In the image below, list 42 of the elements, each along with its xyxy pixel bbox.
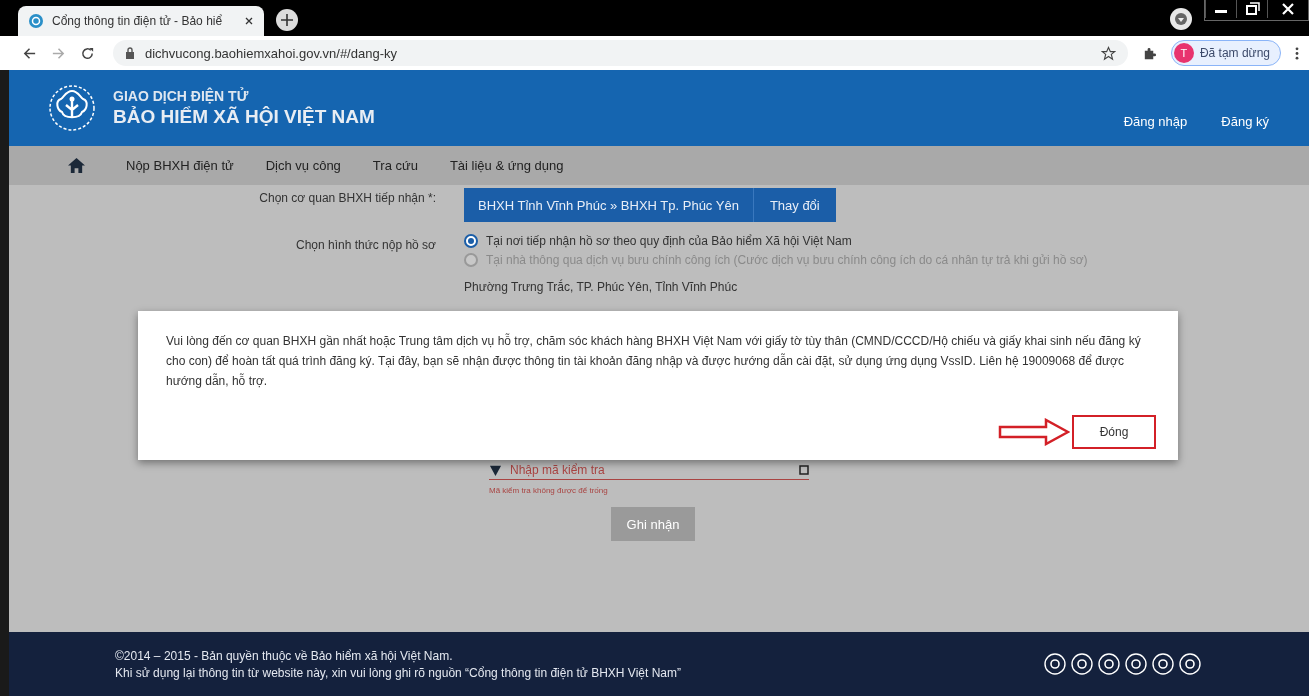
media-icon[interactable] xyxy=(1170,8,1192,30)
radio-option[interactable]: Tại nơi tiếp nhận hồ sơ theo quy định của Bảo hiểm Xã hội Việt Nam xyxy=(464,234,1088,248)
change-button[interactable]: Thay đổi xyxy=(752,188,836,222)
globe-icon xyxy=(28,13,44,29)
address-field[interactable]: dichvucong.baohiemxahoi.gov.vn/#/dang-ky xyxy=(113,40,1128,66)
address-value: Phường Trưng Trắc, TP. Phúc Yên, Tỉnh Vĩnh Phúc xyxy=(464,281,738,294)
nav-item[interactable]: Dịch vụ công xyxy=(265,158,341,173)
nav-item[interactable]: Tra cứu xyxy=(372,158,418,173)
social-icon[interactable] xyxy=(1179,653,1201,675)
footer-text: ©2014 – 2015 - Bản quyền thuộc về Bảo hiểm xã hội Việt Nam. xyxy=(115,648,454,663)
error-text: Mã kiểm tra không được để trống xyxy=(489,486,608,495)
close-icon[interactable] xyxy=(244,16,254,26)
tab-title: Cổng thông tin điện tử - Bảo hiể xyxy=(52,14,224,28)
social-icon[interactable] xyxy=(1071,653,1093,675)
social-icon[interactable] xyxy=(1044,653,1066,675)
footer-text: Khi sử dụng lại thông tin từ website này, xin vui lòng ghi rõ nguồn “Cổng thông tin điện tử BHXH Việt Nam” xyxy=(115,665,681,680)
field-label: Chọn hình thức nộp hồ sơ xyxy=(295,237,437,254)
captcha-field[interactable]: Nhập mã kiểm tra xyxy=(510,462,791,478)
header-link[interactable]: Đăng ký xyxy=(1221,113,1269,129)
social-icon[interactable] xyxy=(1152,653,1174,675)
nav-item[interactable]: Nộp BHXH điện tử xyxy=(126,158,234,173)
logo-icon xyxy=(47,83,97,133)
browser-tab[interactable]: Cổng thông tin điện tử - Bảo hiể xyxy=(18,6,264,36)
dialog-message: Vui lòng đến cơ quan BHXH gần nhất hoặc Trung tâm dịch vụ hỗ trợ, chăm sóc khách hàng BHXH Việt Nam với giấy tờ tùy thân (CMND/CCCD/Hộ chiếu và giấy khai sinh nếu đăng ký cho con) để hoàn tất quá trình đăng ký. Tại đây, bạn sẽ nhận được thông tin tài khoản đăng nhập và được hướng dẫn cài đặt, sử dụng ứng dụng VssID. Liên hệ 19009068 để được hướng dẫn, hỗ trợ. xyxy=(166,332,1142,390)
home-icon[interactable] xyxy=(67,157,86,174)
lock-icon xyxy=(125,47,135,59)
annotation-arrow xyxy=(998,418,1070,446)
social-icon[interactable] xyxy=(1098,653,1120,675)
field-label: Chọn cơ quan BHXH tiếp nhận *: xyxy=(258,191,437,205)
nav-item[interactable]: Tài liệu & ứng dụng xyxy=(449,158,564,173)
header-link[interactable]: Đăng nhập xyxy=(1123,113,1188,129)
reload-icon[interactable] xyxy=(80,45,95,61)
close-button[interactable]: Đóng xyxy=(1072,415,1156,449)
social-icon[interactable] xyxy=(1125,653,1147,675)
checkbox-icon xyxy=(799,465,809,475)
profile-button[interactable]: T Đã tạm dừng xyxy=(1170,40,1281,66)
star-icon[interactable] xyxy=(1100,45,1116,61)
new-tab-icon[interactable] xyxy=(276,9,298,31)
site-subtitle: GIAO DỊCH ĐIỆN TỬ xyxy=(113,88,250,104)
agency-value: BHXH Tỉnh Vĩnh Phúc » BHXH Tp. Phúc Yên xyxy=(464,188,753,222)
site-title: BẢO HIỂM XÃ HỘI VIỆT NAM xyxy=(113,106,375,128)
menu-icon[interactable] xyxy=(1295,45,1299,61)
